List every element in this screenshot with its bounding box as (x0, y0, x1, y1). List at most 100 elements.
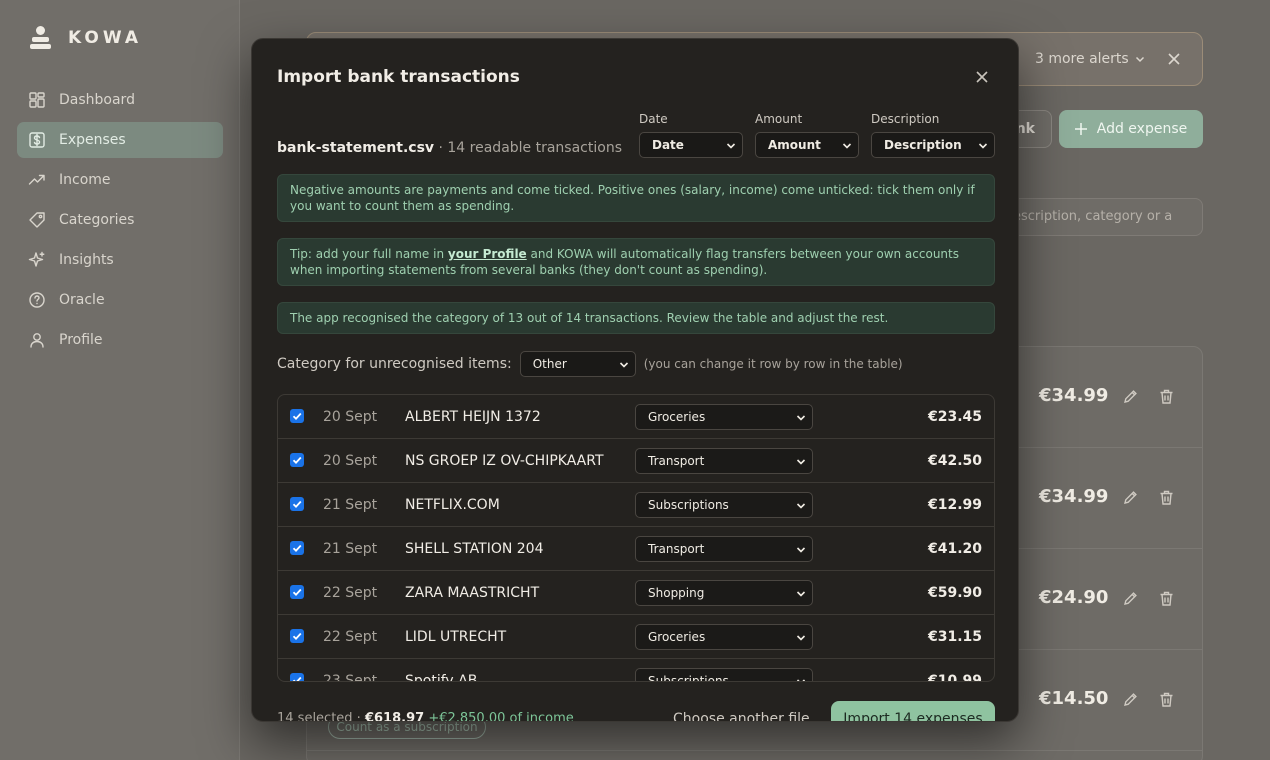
trash-icon[interactable] (1158, 590, 1175, 607)
import-modal: Import bank transactions bank-statement.… (251, 38, 1019, 722)
edit-icon[interactable] (1122, 388, 1139, 405)
date-column-value: Date (652, 138, 684, 152)
file-summary: bank-statement.csv · 14 readable transac… (277, 140, 622, 156)
chevron-down-icon (796, 679, 806, 681)
row-category-select[interactable]: Transport (635, 536, 813, 562)
close-icon[interactable] (975, 70, 989, 84)
date-column-select[interactable]: Date (639, 132, 743, 158)
trash-icon[interactable] (1158, 388, 1175, 405)
trash-icon[interactable] (1158, 691, 1175, 708)
sidebar-item-income[interactable]: Income (17, 162, 223, 198)
row-category-select[interactable]: Groceries (635, 404, 813, 430)
check-icon (292, 676, 302, 681)
row-amount: €42.50 (927, 453, 982, 469)
row-checkbox[interactable] (290, 409, 304, 423)
sidebar-item-categories[interactable]: Categories (17, 202, 223, 238)
row-category-value: Transport (648, 454, 705, 468)
sidebar: KOWA Dashboard Expenses Income Categories In… (0, 0, 240, 760)
logo-text: KOWA (68, 28, 143, 48)
unrecognised-label: Category for unrecognised items: (277, 356, 512, 372)
transactions-table[interactable]: 20 Sept ALBERT HEIJN 1372 Groceries €23.45 2… (277, 394, 995, 682)
row-category-select[interactable]: Subscriptions (635, 492, 813, 518)
more-alerts-toggle[interactable]: 3 more alerts (1035, 51, 1145, 67)
sidebar-item-insights[interactable]: Insights (17, 242, 223, 278)
edit-icon[interactable] (1122, 590, 1139, 607)
sidebar-item-label: Income (59, 172, 111, 188)
table-row: 21 Sept SHELL STATION 204 Transport €41.20 (278, 527, 994, 571)
chevron-down-icon (796, 415, 806, 421)
income-icon (28, 174, 45, 185)
amount-column-value: Amount (768, 138, 821, 152)
row-description: NS GROEP IZ OV-CHIPKAART (405, 453, 604, 469)
add-expense-button[interactable]: Add expense (1059, 110, 1203, 148)
check-icon (292, 412, 302, 420)
chevron-down-icon (842, 143, 852, 149)
categories-icon (29, 212, 45, 228)
description-column-select[interactable]: Description (871, 132, 995, 158)
row-checkbox[interactable] (290, 629, 304, 643)
sidebar-item-profile[interactable]: Profile (17, 322, 223, 358)
insights-icon (28, 251, 45, 267)
chevron-down-icon (726, 143, 736, 149)
amount-column-select[interactable]: Amount (755, 132, 859, 158)
unrecognised-category-select[interactable]: Other (519, 351, 636, 377)
import-expenses-button[interactable]: Import 14 expenses (831, 701, 995, 721)
row-category-value: Groceries (648, 630, 706, 644)
selected-count: 14 selected · (277, 711, 361, 722)
income-total: +€2,850.00 of income (428, 711, 574, 722)
unrecognised-category-value: Other (532, 357, 567, 371)
edit-icon[interactable] (1122, 489, 1139, 506)
search-input[interactable]: escription, category or a (1000, 198, 1203, 236)
edit-icon[interactable] (1122, 691, 1139, 708)
table-row: 21 Sept NETFLIX.COM Subscriptions €12.99 (278, 483, 994, 527)
chevron-down-icon (796, 635, 806, 641)
row-checkbox[interactable] (290, 453, 304, 467)
row-amount: €23.45 (927, 409, 982, 425)
chevron-down-icon (978, 143, 988, 149)
sidebar-item-label: Expenses (59, 132, 126, 148)
subscription-chip-label: Count as a subscription (336, 720, 478, 734)
file-count: · 14 readable transactions (438, 140, 623, 156)
profile-link[interactable]: your Profile (448, 247, 527, 261)
trash-icon[interactable] (1158, 489, 1175, 506)
row-checkbox[interactable] (290, 497, 304, 511)
unrecognised-category-line: Category for unrecognised items: Other (… (277, 351, 903, 377)
unrecognised-hint: (you can change it row by row in the tab… (643, 357, 903, 371)
amount-mapping-label: Amount (755, 112, 803, 126)
more-alerts-label: 3 more alerts (1035, 51, 1129, 67)
date-mapping: Date Date (639, 112, 743, 158)
row-description: ZARA MAASTRICHT (405, 585, 540, 601)
table-row: 20 Sept NS GROEP IZ OV-CHIPKAART Transport… (278, 439, 994, 483)
dashboard-icon (29, 92, 45, 108)
sidebar-item-dashboard[interactable]: Dashboard (17, 82, 223, 118)
row-checkbox[interactable] (290, 673, 304, 681)
sidebar-item-expenses[interactable]: Expenses (17, 122, 223, 158)
check-icon (292, 456, 302, 464)
oracle-icon (29, 292, 45, 308)
row-date: 20 Sept (323, 453, 378, 469)
choose-another-file-button[interactable]: Choose another file (673, 711, 810, 721)
tip-notice: Tip: add your full name in your Profile … (277, 238, 995, 286)
row-category-select[interactable]: Subscriptions (635, 668, 813, 681)
row-description: NETFLIX.COM (405, 497, 500, 513)
row-checkbox[interactable] (290, 541, 304, 555)
row-category-select[interactable]: Transport (635, 448, 813, 474)
kowa-logo-icon (30, 26, 52, 50)
selection-summary: 14 selected · €618.97 +€2,850.00 of inco… (277, 711, 574, 722)
expenses-icon (29, 132, 45, 148)
row-date: 20 Sept (323, 409, 378, 425)
row-date: 21 Sept (323, 541, 378, 557)
row-category-select[interactable]: Groceries (635, 624, 813, 650)
row-category-select[interactable]: Shopping (635, 580, 813, 606)
row-date: 23 Sept (323, 673, 378, 682)
table-row: 22 Sept ZARA MAASTRICHT Shopping €59.90 (278, 571, 994, 615)
sidebar-item-oracle[interactable]: Oracle (17, 282, 223, 318)
row-checkbox[interactable] (290, 585, 304, 599)
date-mapping-label: Date (639, 112, 668, 126)
search-placeholder: escription, category or a (1013, 209, 1173, 224)
amount-mapping: Amount Amount (755, 112, 859, 158)
expense-amount: €34.99 (1039, 486, 1109, 507)
add-expense-label: Add expense (1096, 121, 1188, 137)
close-alert-icon[interactable] (1166, 51, 1182, 67)
sidebar-item-label: Profile (59, 332, 103, 348)
